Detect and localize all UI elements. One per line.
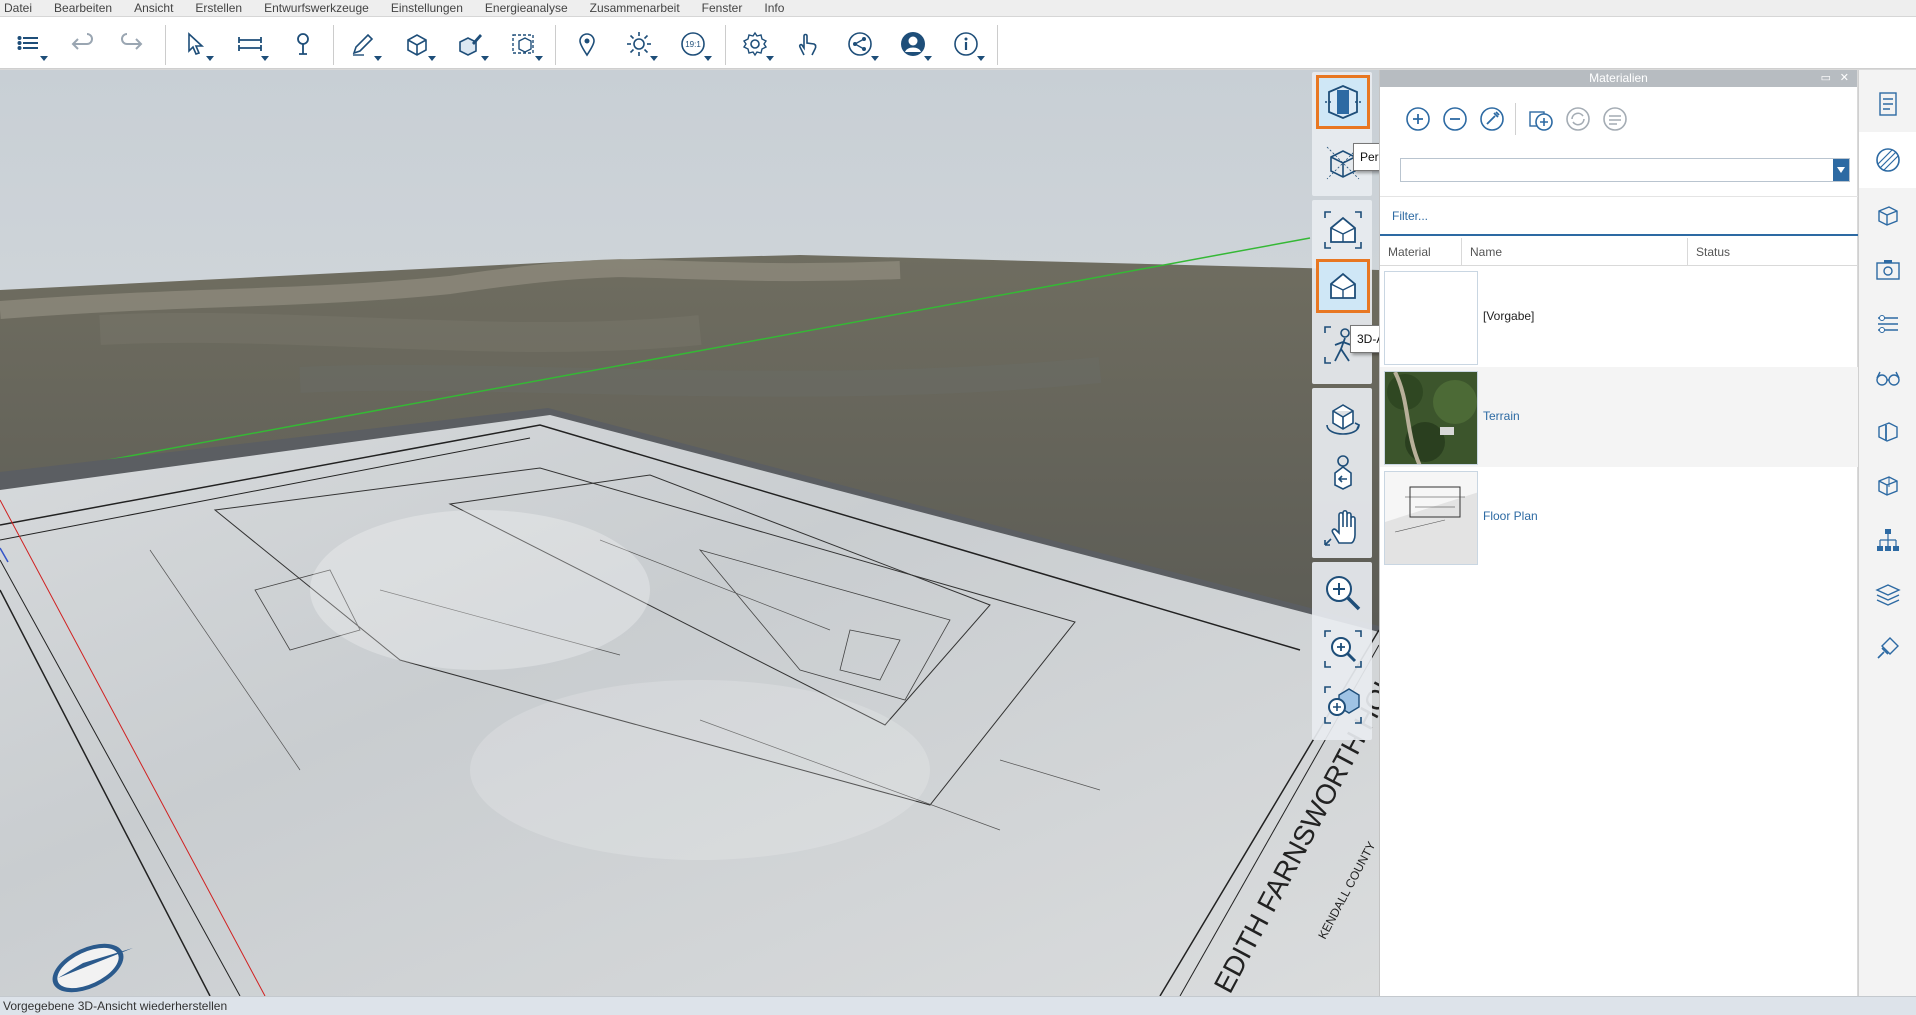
section-icon[interactable] bbox=[1866, 410, 1910, 454]
side-panel-strip bbox=[1858, 70, 1916, 996]
nav-group-orbit bbox=[1312, 388, 1372, 558]
column-status[interactable]: Status bbox=[1688, 238, 1858, 266]
menu-bearbeiten[interactable]: Bearbeiten bbox=[54, 1, 112, 15]
menu-zusammenarbeit[interactable]: Zusammenarbeit bbox=[590, 1, 680, 15]
account-icon[interactable] bbox=[898, 29, 932, 61]
zoom-extents-button[interactable] bbox=[1316, 678, 1370, 732]
menu-ansicht[interactable]: Ansicht bbox=[134, 1, 173, 15]
panel-titlebar: Materialien ▭ ✕ bbox=[1380, 70, 1857, 87]
measure-icon[interactable] bbox=[235, 29, 269, 61]
home-view-button[interactable] bbox=[1316, 203, 1370, 257]
zoom-window-button[interactable] bbox=[1316, 622, 1370, 676]
select-icon[interactable] bbox=[180, 29, 214, 61]
duplicate-material-icon[interactable] bbox=[1527, 105, 1555, 133]
layers-icon[interactable] bbox=[14, 29, 48, 61]
close-panel-icon[interactable]: ✕ bbox=[1840, 70, 1849, 87]
objects-icon[interactable] bbox=[1866, 194, 1910, 238]
main-toolbar: 19:1 bbox=[0, 17, 1916, 69]
remove-material-icon[interactable] bbox=[1441, 105, 1469, 133]
menu-entwurfswerkzeuge[interactable]: Entwurfswerkzeuge bbox=[264, 1, 369, 15]
plugin-icon[interactable] bbox=[1866, 626, 1910, 670]
filter-placeholder: Filter... bbox=[1392, 209, 1429, 223]
scenes-icon[interactable] bbox=[1866, 248, 1910, 292]
scene-canvas: EDITH FARNSWORTH HOUSE KENDALL COUNTY bbox=[0, 70, 1379, 996]
materials-table-header: Material Name Status bbox=[1380, 238, 1858, 266]
box-select-icon[interactable] bbox=[509, 29, 543, 61]
box-edit-icon[interactable] bbox=[455, 29, 489, 61]
orbit-button[interactable] bbox=[1316, 392, 1370, 446]
menu-erstellen[interactable]: Erstellen bbox=[195, 1, 242, 15]
material-name: Floor Plan bbox=[1483, 509, 1538, 523]
zoom-in-button[interactable] bbox=[1316, 566, 1370, 620]
menu-datei[interactable]: Datei bbox=[4, 1, 32, 15]
menu-bar: Datei Bearbeiten Ansicht Erstellen Entwu… bbox=[0, 0, 1916, 17]
menu-fenster[interactable]: Fenster bbox=[702, 1, 743, 15]
properties-icon[interactable] bbox=[1866, 82, 1910, 126]
floor-plan-thumbnail bbox=[1384, 471, 1478, 565]
material-settings-icon[interactable] bbox=[1601, 105, 1629, 133]
panel-toolbar bbox=[1380, 87, 1857, 151]
eyedropper-icon[interactable] bbox=[1478, 105, 1506, 133]
column-material[interactable]: Material bbox=[1380, 238, 1462, 266]
menu-energieanalyse[interactable]: Energieanalyse bbox=[485, 1, 568, 15]
filter-input[interactable]: Filter... bbox=[1380, 196, 1858, 236]
pin-icon[interactable] bbox=[288, 29, 318, 59]
look-around-button[interactable] bbox=[1316, 446, 1370, 500]
column-name[interactable]: Name bbox=[1462, 238, 1688, 266]
materials-icon[interactable] bbox=[1859, 132, 1916, 188]
visibility-icon[interactable] bbox=[1866, 356, 1910, 400]
status-bar: Vorgegebene 3D-Ansicht wiederherstellen bbox=[0, 996, 1916, 1015]
material-row-floor-plan[interactable]: Floor Plan bbox=[1380, 467, 1858, 567]
pencil-icon[interactable] bbox=[348, 29, 382, 61]
terrain-thumbnail bbox=[1384, 371, 1478, 465]
sun-icon[interactable] bbox=[624, 29, 658, 61]
restore-panel-icon[interactable]: ▭ bbox=[1821, 70, 1831, 87]
refresh-icon[interactable] bbox=[1564, 105, 1592, 133]
3d-viewport[interactable]: EDITH FARNSWORTH HOUSE KENDALL COUNTY bbox=[0, 70, 1379, 996]
chevron-down-icon[interactable] bbox=[1833, 159, 1849, 181]
navigation-bar bbox=[1310, 72, 1374, 740]
3d-view-button[interactable] bbox=[1316, 259, 1370, 313]
material-name: Terrain bbox=[1483, 409, 1520, 423]
material-thumbnail bbox=[1384, 271, 1478, 365]
perspective-view-button[interactable] bbox=[1316, 75, 1370, 129]
scale-label: 19:1 bbox=[685, 40, 701, 49]
undo-icon[interactable] bbox=[67, 29, 97, 59]
nav-group-zoom bbox=[1312, 562, 1372, 740]
levels-icon[interactable] bbox=[1866, 302, 1910, 346]
material-row-terrain[interactable]: Terrain bbox=[1380, 367, 1858, 467]
material-library-dropdown[interactable] bbox=[1400, 158, 1850, 182]
panel-title: Materialien bbox=[1589, 71, 1648, 85]
redo-icon[interactable] bbox=[117, 29, 147, 59]
scale-icon[interactable]: 19:1 bbox=[678, 29, 712, 61]
status-text: Vorgegebene 3D-Ansicht wiederherstellen bbox=[3, 999, 228, 1013]
menu-einstellungen[interactable]: Einstellungen bbox=[391, 1, 463, 15]
menu-info[interactable]: Info bbox=[764, 1, 784, 15]
layers-panel-icon[interactable] bbox=[1866, 572, 1910, 616]
materials-panel: Materialien ▭ ✕ Filter... Material Name bbox=[1379, 70, 1858, 996]
touch-icon[interactable] bbox=[792, 29, 822, 59]
nav-group-view-mode bbox=[1312, 72, 1372, 196]
nav-group-views bbox=[1312, 200, 1372, 384]
pan-button[interactable] bbox=[1316, 500, 1370, 554]
material-row-default[interactable]: [Vorgabe] bbox=[1380, 267, 1858, 367]
material-name: [Vorgabe] bbox=[1483, 309, 1535, 323]
location-icon[interactable] bbox=[572, 29, 602, 59]
styles-icon[interactable] bbox=[1866, 464, 1910, 508]
hierarchy-icon[interactable] bbox=[1866, 518, 1910, 562]
box-icon[interactable] bbox=[402, 29, 436, 61]
share-icon[interactable] bbox=[845, 29, 879, 61]
settings-icon[interactable] bbox=[740, 29, 774, 61]
add-material-icon[interactable] bbox=[1404, 105, 1432, 133]
info-icon[interactable] bbox=[951, 29, 985, 61]
